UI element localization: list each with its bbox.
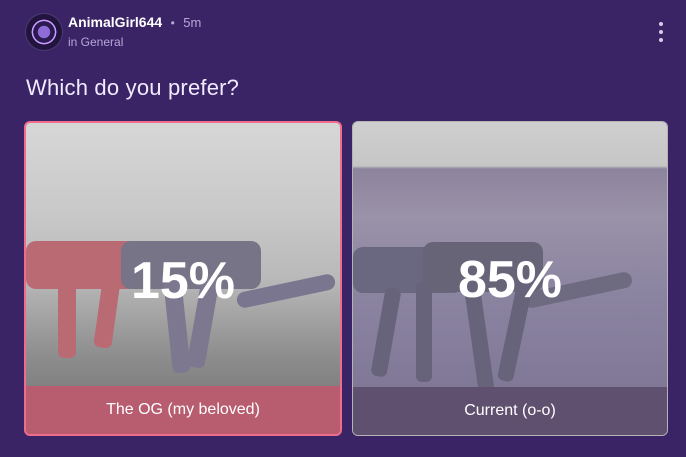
more-dot <box>659 22 663 26</box>
avatar[interactable] <box>26 14 62 50</box>
author-line: AnimalGirl644 • 5m <box>68 14 201 32</box>
separator-dot: • <box>170 16 175 30</box>
poll-option-og[interactable]: 15% The OG (my beloved) <box>24 121 342 436</box>
poll-option-current[interactable]: 85% Current (o-o) <box>352 121 668 436</box>
post-location[interactable]: in General <box>68 35 201 49</box>
post-time: 5m <box>183 15 202 30</box>
poll-option-label: Current (o-o) <box>353 387 667 435</box>
more-dot <box>659 30 663 34</box>
poll-option-label: The OG (my beloved) <box>26 386 340 434</box>
poll-option-percent: 85% <box>457 251 563 309</box>
username[interactable]: AnimalGirl644 <box>68 14 162 30</box>
poll-question: Which do you prefer? <box>26 75 240 100</box>
post-header: AnimalGirl644 • 5m in General <box>26 14 666 50</box>
poll-option-percent: 15% <box>130 252 236 310</box>
more-vertical-icon[interactable] <box>656 22 666 42</box>
more-dot <box>659 38 663 42</box>
post-meta: AnimalGirl644 • 5m in General <box>68 14 201 49</box>
